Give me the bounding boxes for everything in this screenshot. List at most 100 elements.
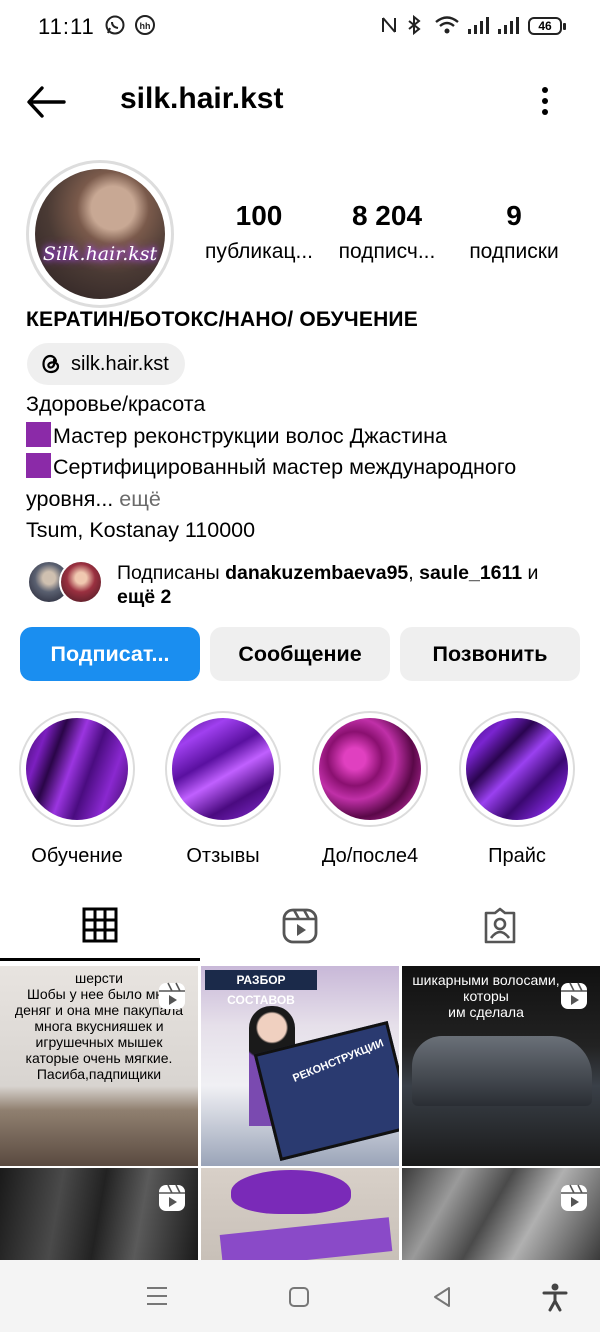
post-2-book-title: РЕКОНСТРУКЦИИ: [291, 1037, 386, 1085]
stat-followers-label: подписч...: [338, 240, 436, 263]
followed-by-avatars[interactable]: [27, 560, 103, 604]
post-tile-6[interactable]: [402, 1168, 600, 1260]
bio-line-2: Сертифицированный мастер международного: [26, 452, 516, 484]
post-3-caption: шикарными волосами, которы им сделала: [402, 972, 570, 1020]
highlight-training[interactable]: Обучение: [19, 711, 135, 868]
post-1-caption-line: игрушечных мышек: [35, 1034, 163, 1050]
reel-badge-icon: [159, 982, 185, 1009]
followed-by-joiner: и: [527, 562, 539, 584]
bio-more-link[interactable]: ещё: [119, 487, 161, 511]
stat-posts[interactable]: 100 публикац...: [198, 200, 320, 264]
tab-tagged[interactable]: [400, 895, 600, 959]
post-3-car: [412, 1036, 592, 1106]
tab-reels[interactable]: [200, 895, 400, 959]
reel-badge-icon: [561, 1184, 587, 1211]
threads-icon: [42, 354, 60, 374]
profile-username: silk.hair.kst: [120, 82, 284, 115]
reel-badge-icon: [159, 1184, 185, 1211]
purple-square-icon: [26, 421, 51, 447]
post-1-caption-line: каторые очень мягкие.: [25, 1050, 173, 1066]
follower-avatar-2: [59, 560, 103, 604]
post-1-caption-line: многа вкуснияшек и: [34, 1018, 164, 1034]
profile-name: КЕРАТИН/БОТОКС/НАНО/ ОБУЧЕНИЕ: [26, 308, 418, 331]
followed-by-rest[interactable]: ещё 2: [117, 586, 171, 608]
reels-icon: [282, 908, 318, 944]
post-tile-3[interactable]: шикарными волосами, которы им сделала: [402, 966, 600, 1166]
stat-following[interactable]: 9 подписки: [458, 200, 570, 264]
tagged-icon: [484, 907, 516, 944]
threads-link[interactable]: silk.hair.kst: [27, 343, 185, 385]
highlight-cover: [466, 718, 568, 820]
stat-posts-value: 100: [235, 200, 283, 231]
back-nav-icon[interactable]: [430, 1285, 454, 1309]
call-button[interactable]: Позвонить: [400, 627, 580, 681]
signal-icon-2: [498, 17, 519, 34]
threads-handle: silk.hair.kst: [71, 352, 169, 375]
highlight-label: Отзывы: [186, 845, 260, 867]
post-3-caption-line: им сделала: [448, 1004, 524, 1020]
bio-line-1-text: Мастер реконструкции волос Джастина: [53, 423, 447, 448]
followed-by-prefix: Подписаны: [117, 562, 220, 584]
active-tab-indicator: [0, 958, 200, 961]
highlight-cover: [172, 718, 274, 820]
post-2-heading: РАЗБОР СОСТАВОВ: [205, 970, 317, 1007]
svg-text:hh: hh: [140, 21, 151, 31]
post-tile-4[interactable]: [0, 1168, 198, 1260]
status-time: 11:11: [38, 14, 95, 39]
post-tile-2[interactable]: РАЗБОР СОСТАВОВ РЕКОНСТРУКЦИИ: [201, 966, 399, 1166]
followed-by-comma: ,: [408, 562, 414, 584]
follow-button[interactable]: Подписат...: [20, 627, 200, 681]
profile-avatar[interactable]: Silk.hair.kst: [26, 160, 174, 308]
accessibility-icon[interactable]: [541, 1282, 569, 1312]
post-tile-1[interactable]: шерсти Шобы у нее было мно деняг и она м…: [0, 966, 198, 1166]
bio-category: Здоровье/красота: [26, 392, 206, 416]
post-5-iron: [219, 1217, 393, 1260]
tab-grid[interactable]: [0, 895, 200, 959]
grid-icon: [82, 907, 118, 943]
stat-followers-value: 8 204: [351, 200, 423, 231]
highlight-label: Прайс: [488, 845, 546, 867]
menu-icon[interactable]: [144, 1284, 170, 1308]
bio-text: Здоровье/красота Мастер реконструкции во…: [26, 389, 516, 547]
highlight-cover: [319, 718, 421, 820]
nfc-icon: [382, 17, 396, 33]
avatar-image: Silk.hair.kst: [35, 169, 165, 299]
avatar-logo-text: Silk.hair.kst: [42, 243, 158, 265]
highlight-label: До/после4: [321, 845, 419, 867]
system-nav-bar: [0, 1260, 600, 1332]
status-bar: 11:11 hh 46: [0, 0, 600, 56]
purple-square-icon: [26, 453, 51, 478]
post-tile-5[interactable]: [201, 1168, 399, 1260]
more-options-icon[interactable]: [530, 80, 560, 124]
whatsapp-icon: [105, 15, 125, 35]
battery-indicator: 46: [528, 17, 566, 35]
signal-icon-1: [468, 17, 489, 34]
post-3-caption-line: шикарными волосами, которы: [412, 972, 560, 1004]
followed-by-text[interactable]: Подписаны danakuzembaeva95, saule_1611 и…: [117, 561, 538, 609]
stat-following-value: 9: [506, 200, 522, 231]
wifi-icon: [435, 16, 459, 34]
highlight-cover: [26, 718, 128, 820]
bio-line-3-text: уровня...: [26, 486, 114, 511]
reel-badge-icon: [561, 982, 587, 1009]
stat-posts-label: публикац...: [204, 240, 314, 263]
bio-line-3: уровня... ещё: [26, 484, 516, 516]
highlight-label: Обучение: [31, 845, 123, 867]
stat-followers[interactable]: 8 204 подписч...: [330, 200, 444, 264]
stat-following-label: подписки: [469, 240, 559, 263]
bio-line-2-text: Сертифицированный мастер международного: [53, 455, 517, 479]
followed-by-user-2[interactable]: saule_1611: [419, 562, 522, 584]
post-5-bowl: [231, 1170, 351, 1214]
highlight-reviews[interactable]: Отзывы: [165, 711, 281, 868]
highlight-before-after[interactable]: До/после4: [312, 711, 428, 868]
highlight-price[interactable]: Прайс: [459, 711, 575, 868]
bio-line-1: Мастер реконструкции волос Джастина: [26, 421, 516, 453]
bluetooth-icon: [408, 14, 421, 36]
post-1-caption-line: Пасиба,падпищики: [36, 1066, 162, 1082]
message-button[interactable]: Сообщение: [210, 627, 390, 681]
bio-location[interactable]: Tsum, Kostanay 110000: [26, 515, 516, 547]
hh-icon: hh: [135, 15, 155, 35]
back-arrow-icon[interactable]: [24, 80, 68, 124]
followed-by-user-1[interactable]: danakuzembaeva95: [225, 562, 408, 584]
home-icon[interactable]: [287, 1285, 311, 1309]
